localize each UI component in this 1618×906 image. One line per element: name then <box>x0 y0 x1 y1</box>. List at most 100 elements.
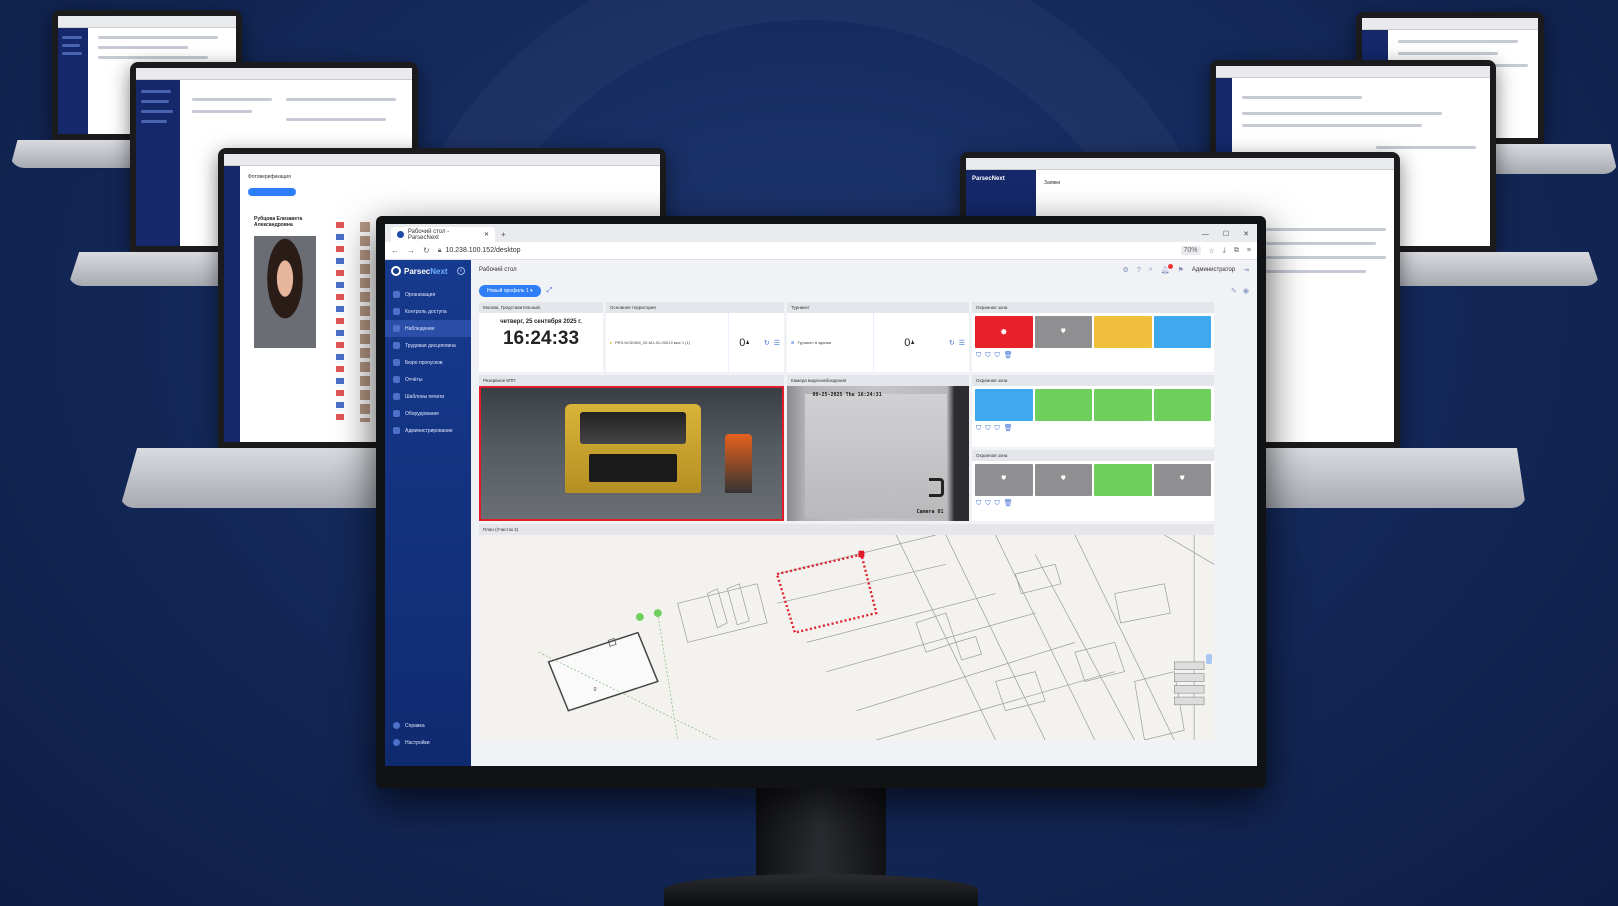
disarm-icon[interactable]: ⛉ <box>985 499 990 507</box>
close-tab-icon[interactable]: ✕ <box>484 231 489 238</box>
url-field[interactable]: 🔒︎ 10.238.100.152/desktop <box>438 247 978 255</box>
browser-menu-icon[interactable]: ≡ <box>1247 247 1251 254</box>
refresh-icon[interactable]: ↻ <box>949 339 955 347</box>
zone-tile-alarm[interactable]: ✸ <box>975 316 1033 348</box>
gear-icon[interactable]: ⚙ <box>1123 266 1129 274</box>
camera-feed[interactable] <box>479 386 784 521</box>
view-icon[interactable]: ◉ <box>1243 287 1249 295</box>
browser-tab[interactable]: Рабочий стол - ParsecNext ✕ <box>391 227 495 242</box>
profile-selector[interactable]: Новый профиль 1 ▾ <box>479 285 541 297</box>
eye-icon <box>393 325 400 332</box>
expand-icon[interactable]: ⤢ <box>547 287 553 295</box>
nav-pass-office[interactable]: Бюро пропусков <box>385 354 471 371</box>
nav-label: Бюро пропусков <box>405 359 443 366</box>
notification-dot <box>1167 264 1173 269</box>
nav-help[interactable]: Справка <box>385 717 471 734</box>
shield-icon: ⛊ <box>1179 476 1185 482</box>
zone-tile[interactable] <box>1153 316 1211 348</box>
security-zones-widget-1: Охранная зона ✸ ⛊ ⛉ ⛉ ⛉ 🗑︎ <box>972 302 1214 372</box>
alarm-icon[interactable]: ⚑ <box>1178 266 1184 274</box>
nav-org[interactable]: Организация <box>385 286 471 303</box>
delete-icon[interactable]: 🗑︎ <box>1004 424 1013 432</box>
hardware-icon <box>393 410 400 417</box>
refresh-icon[interactable]: ↻ <box>764 339 770 347</box>
nav-label: Шаблоны печати <box>405 393 445 400</box>
bookmark-star-icon[interactable]: ☆ <box>1209 247 1215 255</box>
widget-title: Москва, Гредставительный. <box>479 302 603 313</box>
reset-icon[interactable]: ⛉ <box>995 424 1000 432</box>
zone-tile[interactable] <box>1034 389 1092 421</box>
camera-widget-1: Резервное КПП <box>479 375 784 521</box>
zone-tile[interactable] <box>1094 316 1152 348</box>
monitor-base <box>664 874 978 906</box>
extensions-icon[interactable]: ⧉ <box>1234 247 1239 255</box>
close-window-icon[interactable]: ✕ <box>1243 227 1249 242</box>
device-icon: ▸ <box>610 340 613 345</box>
minimize-icon[interactable]: — <box>1202 227 1209 242</box>
collapse-sidebar-icon[interactable]: ‹ <box>457 267 465 275</box>
help-circle-icon[interactable]: ? <box>1137 267 1141 274</box>
clock-time: 16:24:33 <box>502 328 580 349</box>
person-photo <box>254 236 316 348</box>
delete-icon[interactable]: 🗑︎ <box>1004 351 1013 359</box>
zone-tile[interactable]: ⛊ <box>975 463 1033 496</box>
reload-icon[interactable]: ↻ <box>423 246 430 255</box>
zone-tile[interactable] <box>1094 389 1152 421</box>
download-icon[interactable]: ⤓ <box>1223 247 1226 255</box>
list-icon[interactable]: ☰ <box>959 339 965 347</box>
nav-labor-discipline[interactable]: Трудовая дисциплина <box>385 337 471 354</box>
monitor: Рабочий стол - ParsecNext ✕ + — ☐ ✕ ← → … <box>376 216 1266 788</box>
maximize-icon[interactable]: ☐ <box>1223 227 1229 242</box>
map-zoom-handle[interactable] <box>1206 653 1212 664</box>
disarm-icon[interactable]: ⛉ <box>985 424 990 432</box>
camera-widget-2: Камера видеонаблюдения 09-25-2025 Thu 16… <box>787 375 969 521</box>
nav-label: Настройки <box>405 739 430 746</box>
top-bar: Рабочий стол ⚙ ? ⌕ 🔔︎ ⚑ Администратор ⇥ <box>479 260 1249 280</box>
widget-title: Камера видеонаблюдения <box>787 375 969 386</box>
nav-print-templates[interactable]: Шаблоны печати <box>385 388 471 405</box>
nav-settings[interactable]: Настройки <box>385 734 471 751</box>
app: Parsec Next ‹ Организация Контроль доступ… <box>385 260 1257 766</box>
logout-icon[interactable]: ⇥ <box>1243 266 1249 274</box>
camera-feed[interactable]: 09-25-2025 Thu 16:24:31 Camera 01 <box>787 386 969 521</box>
zone-tile[interactable] <box>1153 389 1211 421</box>
floor-plan[interactable]: 0 <box>479 535 1214 740</box>
nav-surveillance[interactable]: Наблюдение <box>385 320 471 337</box>
shield-icon: ⛊ <box>1060 328 1066 335</box>
zone-tile[interactable]: ⛊ <box>1153 463 1211 496</box>
list-icon[interactable]: ☰ <box>774 339 780 347</box>
main-area: Рабочий стол ⚙ ? ⌕ 🔔︎ ⚑ Администратор ⇥ … <box>471 260 1257 766</box>
nav-hardware[interactable]: Оборудование <box>385 405 471 422</box>
new-tab-icon[interactable]: + <box>501 228 506 242</box>
shield-icon: ⛊ <box>1001 476 1006 482</box>
arm-icon[interactable]: ⛉ <box>976 499 981 507</box>
zone-tile[interactable]: ⛊ <box>1034 316 1092 348</box>
zone-tile[interactable] <box>1094 463 1152 496</box>
nav-reports[interactable]: Отчёты <box>385 371 471 388</box>
device-item[interactable]: ⊞ Турникет в здании <box>791 340 869 345</box>
reset-icon[interactable]: ⛉ <box>995 499 1000 507</box>
nav-label: Отчёты <box>405 376 423 383</box>
reset-icon[interactable]: ⛉ <box>995 351 1000 359</box>
device-item[interactable]: ▸ PRS.NC60KM_0Z-M1-01-00013 вых 1 (1) <box>610 340 724 345</box>
zone-tile[interactable] <box>975 389 1033 421</box>
access-icon <box>393 308 400 315</box>
turnstile-widget: Турникет ⊞ Турникет в здании 0 ♟ ↻ ☰ <box>787 302 969 372</box>
search-icon[interactable]: ⌕ <box>1149 266 1153 274</box>
nav-administration[interactable]: Администрирование <box>385 422 471 439</box>
disarm-icon[interactable]: ⛉ <box>985 351 990 359</box>
arm-icon[interactable]: ⛉ <box>976 351 981 359</box>
user-name[interactable]: Администратор <box>1192 267 1235 273</box>
desktop-grid: Москва, Гредставительный. четверг, 25 се… <box>479 302 1249 766</box>
zone-tile[interactable]: ⛊ <box>1034 463 1092 496</box>
back-icon[interactable]: ← <box>391 246 399 255</box>
arm-icon[interactable]: ⛉ <box>976 424 981 432</box>
edit-icon[interactable]: ✎ <box>1231 287 1237 295</box>
nav-access-control[interactable]: Контроль доступа <box>385 303 471 320</box>
zoom-level[interactable]: 70% <box>1180 246 1201 255</box>
lock-icon: 🔒︎ <box>437 246 442 254</box>
forward-icon[interactable]: → <box>407 246 415 255</box>
brand-parsec: Parsec <box>404 266 431 276</box>
notification-bell-icon[interactable]: 🔔︎ <box>1161 264 1173 274</box>
delete-icon[interactable]: 🗑︎ <box>1004 499 1013 507</box>
